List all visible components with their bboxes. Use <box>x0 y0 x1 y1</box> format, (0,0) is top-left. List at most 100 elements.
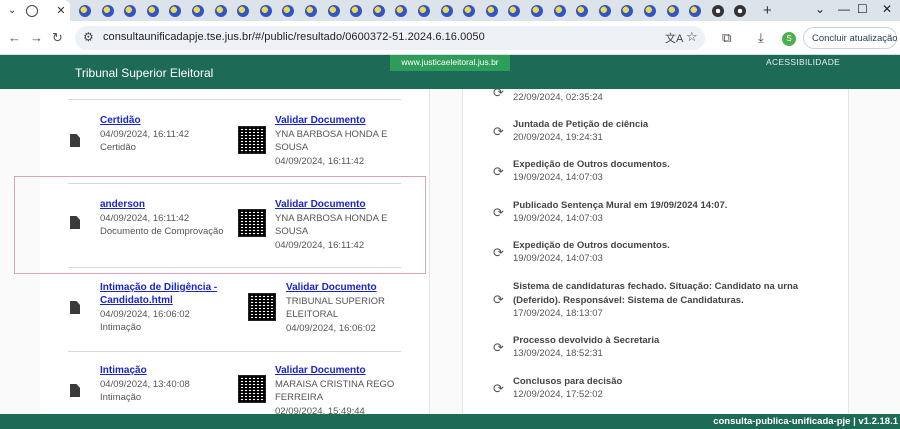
document-title-link[interactable]: Certidão <box>100 115 141 126</box>
qr-code <box>238 126 266 154</box>
event-title: Processo devolvido à Secretaria <box>513 335 660 346</box>
document-type: Certidão <box>100 142 136 153</box>
background-tab[interactable] <box>142 0 164 21</box>
event-title: Publicado Sentença Mural em 19/09/2024 1… <box>513 200 728 211</box>
sync-icon: ⟳ <box>493 124 504 139</box>
background-tab[interactable] <box>549 0 571 21</box>
sync-icon: ⟳ <box>493 245 504 260</box>
document-icon <box>70 134 80 147</box>
background-tab[interactable] <box>594 0 616 21</box>
site-footer: consulta-publica-unificada-pje | v1.2.18… <box>0 414 900 429</box>
background-tab[interactable] <box>345 0 367 21</box>
site-favicon-icon <box>644 4 656 17</box>
background-tab[interactable] <box>616 0 638 21</box>
close-tab-icon[interactable]: ✕ <box>56 4 65 17</box>
sign-date: 02/09/2024, 15:49:44 <box>275 406 365 414</box>
background-tab[interactable] <box>119 0 141 21</box>
globe-icon <box>26 4 39 17</box>
signer-name: TRIBUNAL SUPERIOR <box>286 296 385 307</box>
sign-date: 04/09/2024, 16:11:42 <box>275 156 365 167</box>
main-content: Certidão 04/09/2024, 16:11:42 Certidão V… <box>0 89 900 414</box>
background-tab[interactable] <box>300 0 322 21</box>
background-tab[interactable] <box>481 0 503 21</box>
chevron-down-icon[interactable]: ⌄ <box>815 2 825 16</box>
background-tab[interactable] <box>458 0 480 21</box>
document-title-link[interactable]: Intimação de Diligência - <box>100 282 217 293</box>
validate-document-link[interactable]: Validar Documento <box>275 115 366 126</box>
reload-icon[interactable]: ↻ <box>52 30 63 46</box>
maximize-icon[interactable]: ☐ <box>857 2 868 16</box>
event-title: Sistema de candidaturas fechado. Situaçã… <box>513 281 799 306</box>
accessibility-link[interactable]: ACESSIBILIDADE <box>766 57 840 67</box>
site-info-icon[interactable]: ⚙ <box>83 30 94 44</box>
justica-eleitoral-link[interactable]: www.justicaeleitoral.jus.br <box>390 55 510 71</box>
background-tab[interactable] <box>503 0 525 21</box>
browser-toolbar: ← → ↻ ⚙ consultaunificadapje.tse.jus.br/… <box>0 21 900 55</box>
background-tab[interactable] <box>164 0 186 21</box>
background-tab[interactable] <box>436 0 458 21</box>
url-text[interactable]: consultaunificadapje.tse.jus.br/#/public… <box>103 31 485 43</box>
validate-document-link[interactable]: Validar Documento <box>275 365 366 376</box>
background-tab[interactable] <box>684 0 706 21</box>
document-title-link[interactable]: Intimação <box>100 365 147 376</box>
background-tab[interactable] <box>368 0 390 21</box>
tab-strip: ⌄ ✕ + ⌄ — ☐ ✕ <box>0 0 900 21</box>
event-date: 22/09/2024, 02:35:24 <box>513 92 603 103</box>
background-tab[interactable] <box>390 0 412 21</box>
background-tab[interactable] <box>639 0 661 21</box>
background-tab[interactable] <box>413 0 435 21</box>
site-favicon-icon <box>146 4 159 17</box>
back-icon[interactable]: ← <box>8 30 21 45</box>
background-tab[interactable] <box>571 0 593 21</box>
extensions-icon[interactable]: ⧉ <box>722 30 731 46</box>
minimize-icon[interactable]: — <box>838 2 850 16</box>
site-favicon-icon <box>259 4 272 17</box>
profile-avatar[interactable]: S <box>782 32 796 46</box>
site-favicon-icon <box>282 4 295 17</box>
event-date: 17/09/2024, 18:13:07 <box>513 308 603 319</box>
site-favicon-icon <box>237 4 250 17</box>
background-tab[interactable] <box>277 0 299 21</box>
active-tab[interactable]: ⌄ ✕ <box>0 0 70 21</box>
document-date: 04/09/2024, 16:06:02 <box>100 309 190 320</box>
site-favicon-icon <box>101 4 114 17</box>
background-tab[interactable] <box>187 0 209 21</box>
background-tab[interactable] <box>97 0 119 21</box>
download-icon[interactable]: ⤓ <box>758 30 764 46</box>
forward-icon[interactable]: → <box>30 30 43 45</box>
background-tab[interactable] <box>232 0 254 21</box>
background-tab[interactable] <box>323 0 345 21</box>
site-favicon-icon <box>79 4 91 17</box>
background-tab[interactable] <box>74 0 96 21</box>
timeline-panel: ⟳ 22/09/2024, 02:35:24 ⟳ Juntada de Peti… <box>462 89 849 414</box>
close-window-icon[interactable]: ✕ <box>882 2 892 16</box>
site-favicon-icon <box>463 4 476 17</box>
background-tab[interactable] <box>255 0 277 21</box>
background-tab[interactable] <box>707 0 729 21</box>
background-tab[interactable] <box>729 0 751 21</box>
event-date: 20/09/2024, 19:24:31 <box>513 132 603 143</box>
divider <box>68 99 401 100</box>
background-tab[interactable] <box>210 0 232 21</box>
site-favicon-icon <box>689 4 702 17</box>
event-date: 19/09/2024, 14:07:03 <box>513 253 603 264</box>
document-type: Intimação <box>100 392 142 403</box>
site-favicon-icon <box>418 4 430 17</box>
site-favicon-icon <box>395 4 408 17</box>
new-tab-icon[interactable]: + <box>763 2 772 19</box>
validate-document-link[interactable]: Validar Documento <box>286 282 377 293</box>
site-favicon-icon <box>621 4 634 17</box>
update-button[interactable]: Concluir atualização ⋮ <box>803 27 898 49</box>
address-bar[interactable]: ⚙ consultaunificadapje.tse.jus.br/#/publ… <box>75 26 705 50</box>
tab-search-chevron-icon[interactable]: ⌄ <box>8 5 16 16</box>
background-tab[interactable] <box>526 0 548 21</box>
background-tab[interactable] <box>662 0 684 21</box>
document-title-link-cont[interactable]: Candidato.html <box>100 295 173 306</box>
event-title: Expedição de Outros documentos. <box>513 159 670 170</box>
site-header: Tribunal Superior Eleitoral www.justicae… <box>0 55 900 89</box>
event-date: 19/09/2024, 14:07:03 <box>513 172 603 183</box>
bookmark-star-icon[interactable]: ☆ <box>686 29 698 45</box>
translate-icon[interactable]: 文A <box>665 30 683 46</box>
signer-name: YNA BARBOSA HONDA E <box>275 129 388 140</box>
sync-icon: ⟳ <box>493 292 504 307</box>
